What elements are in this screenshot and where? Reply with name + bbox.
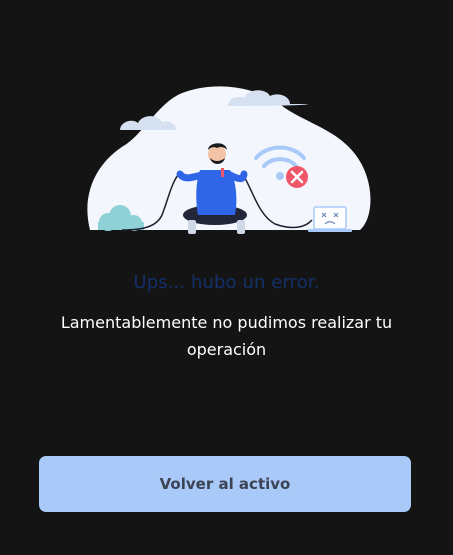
error-title: Ups... hubo un error. [133,272,320,293]
sad-laptop-icon [308,206,352,232]
back-to-asset-button[interactable]: Volver al activo [39,456,411,512]
error-x-icon [286,166,308,188]
error-screen: Ups... hubo un error. Lamentablemente no… [0,0,453,555]
error-message: Lamentablemente no pudimos realizar tu o… [60,313,393,359]
disconnected-person-illustration [87,86,371,234]
